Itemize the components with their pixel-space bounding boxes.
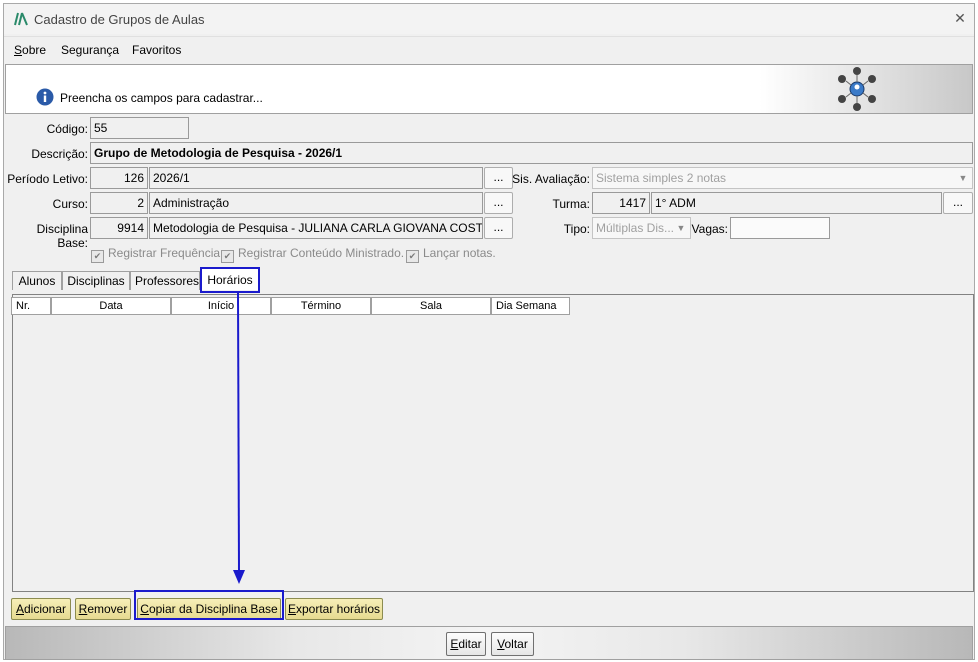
copiar-button-highlight — [134, 590, 284, 620]
window-title: Cadastro de Grupos de Aulas — [34, 12, 205, 27]
adicionar-mnemonic: A — [15, 602, 24, 616]
turma-lookup-button[interactable]: ... — [943, 192, 973, 214]
turma-label: Turma: — [552, 197, 590, 211]
check-icon: ✔ — [91, 250, 104, 263]
horarios-tab-highlight — [200, 267, 260, 293]
group-people-icon — [834, 66, 880, 112]
voltar-label: oltar — [504, 637, 528, 651]
exportar-mnemonic: E — [287, 602, 296, 616]
tipo-label: Tipo: — [563, 222, 590, 236]
voltar-mnemonic: V — [497, 637, 505, 651]
lancar-notas-checkbox[interactable]: ✔ Lançar notas. — [406, 246, 496, 263]
disciplina-code-field[interactable]: 9914 — [90, 217, 148, 239]
annotation-arrow-icon — [233, 292, 245, 584]
tab-professores[interactable]: Professores — [130, 271, 200, 290]
editar-label: ditar — [458, 637, 482, 651]
curso-value-field: Administração — [149, 192, 483, 214]
check-icon: ✔ — [221, 250, 234, 263]
vagas-field[interactable] — [730, 217, 830, 239]
adicionar-button[interactable]: Adicionar — [11, 598, 71, 620]
column-header-inicio[interactable]: Início — [171, 297, 271, 315]
menu-sobre-label: obre — [22, 43, 47, 57]
window: Cadastro de Grupos de Aulas ✕ Sobre Segu… — [3, 3, 975, 660]
chevron-down-icon: ▼ — [958, 173, 968, 183]
horarios-grid[interactable] — [12, 294, 974, 592]
footer-bar — [5, 626, 973, 660]
remover-label: emover — [87, 602, 128, 616]
descricao-label: Descrição: — [31, 147, 88, 161]
voltar-button[interactable]: Voltar — [491, 632, 534, 656]
header-banner — [5, 64, 973, 114]
disciplina-value-field: Metodologia de Pesquisa - JULIANA CARLA … — [149, 217, 483, 239]
info-icon — [36, 88, 54, 106]
close-icon[interactable]: ✕ — [952, 10, 968, 27]
curso-code-field[interactable]: 2 — [90, 192, 148, 214]
vagas-label: Vagas: — [691, 222, 728, 236]
menu-sobre[interactable]: Sobre — [14, 43, 46, 57]
descricao-field[interactable]: Grupo de Metodologia de Pesquisa - 2026/… — [90, 142, 973, 164]
tipo-value: Múltiplas Dis... — [596, 221, 675, 235]
turma-value-field: 1° ADM — [651, 192, 942, 214]
registrar-frequencia-label: Registrar Frequência. — [108, 246, 224, 260]
check-icon: ✔ — [406, 250, 419, 263]
adicionar-label: dicionar — [23, 602, 67, 616]
codigo-label: Código: — [46, 122, 88, 136]
registrar-conteudo-checkbox[interactable]: ✔ Registrar Conteúdo Ministrado. — [221, 246, 404, 263]
tab-alunos[interactable]: Alunos — [12, 271, 62, 290]
lancar-notas-label: Lançar notas. — [423, 246, 496, 260]
app-logo-icon — [14, 12, 28, 26]
column-header-termino[interactable]: Término — [271, 297, 371, 315]
periodo-value-field: 2026/1 — [149, 167, 483, 189]
menu-seguranca[interactable]: Segurança — [61, 43, 119, 57]
editar-button[interactable]: Editar — [446, 632, 486, 656]
banner-message: Preencha os campos para cadastrar... — [60, 91, 263, 105]
curso-label: Curso: — [52, 197, 88, 211]
chevron-down-icon: ▼ — [676, 223, 686, 233]
sis-avaliacao-label: Sis. Avaliação: — [512, 172, 590, 186]
menu-favoritos[interactable]: Favoritos — [132, 43, 181, 57]
codigo-field[interactable]: 55 — [90, 117, 189, 139]
disciplina-base-label: Disciplina Base: — [36, 222, 88, 250]
registrar-frequencia-checkbox[interactable]: ✔ Registrar Frequência. — [91, 246, 223, 263]
periodo-code-field[interactable]: 126 — [90, 167, 148, 189]
exportar-label: xportar horários — [295, 602, 381, 616]
remover-button[interactable]: Remover — [75, 598, 131, 620]
registrar-conteudo-label: Registrar Conteúdo Ministrado. — [238, 246, 405, 260]
tipo-select[interactable]: Múltiplas Dis... ▼ — [592, 217, 691, 239]
tab-disciplinas[interactable]: Disciplinas — [62, 271, 130, 290]
title-bar: Cadastro de Grupos de Aulas ✕ — [4, 4, 974, 34]
sis-avaliacao-value: Sistema simples 2 notas — [596, 171, 727, 185]
column-header-data[interactable]: Data — [51, 297, 171, 315]
exportar-horarios-button[interactable]: Exportar horários — [285, 598, 383, 620]
turma-code-field[interactable]: 1417 — [592, 192, 650, 214]
sis-avaliacao-select[interactable]: Sistema simples 2 notas ▼ — [592, 167, 973, 189]
column-header-sala[interactable]: Sala — [371, 297, 491, 315]
menu-sobre-mnemonic: S — [14, 43, 23, 57]
periodo-label: Período Letivo: — [7, 172, 88, 186]
column-header-nr[interactable]: Nr. — [11, 297, 51, 315]
column-header-dia-semana[interactable]: Dia Semana — [491, 297, 570, 315]
